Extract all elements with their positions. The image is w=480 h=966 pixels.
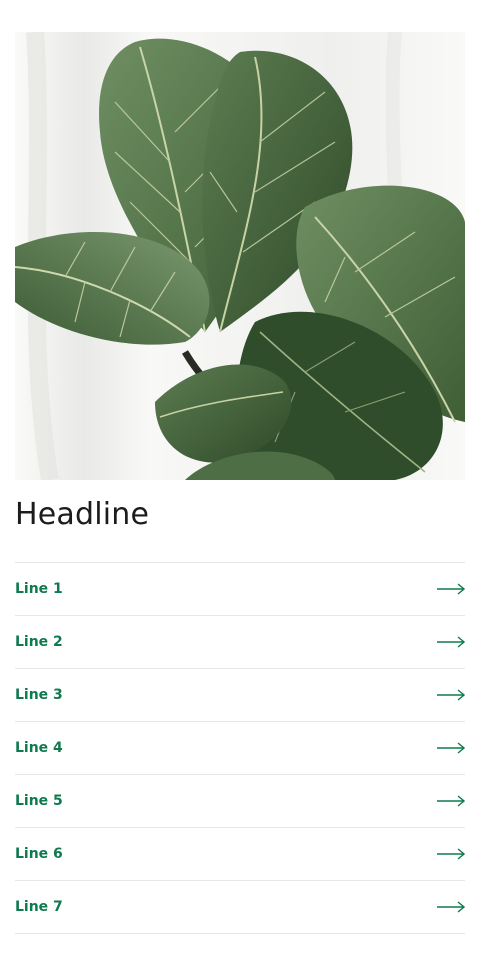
list-item-line-7[interactable]: Line 7 — [15, 881, 465, 934]
list-item-line-4[interactable]: Line 4 — [15, 722, 465, 775]
plant-illustration — [15, 32, 465, 480]
list-item-line-5[interactable]: Line 5 — [15, 775, 465, 828]
list-item-label: Line 4 — [15, 740, 63, 756]
list-item-label: Line 3 — [15, 687, 63, 703]
hero-image — [15, 32, 465, 480]
arrow-right-icon — [437, 742, 465, 754]
arrow-right-icon — [437, 795, 465, 807]
arrow-right-icon — [437, 901, 465, 913]
arrow-right-icon — [437, 636, 465, 648]
list-item-label: Line 6 — [15, 846, 63, 862]
list-item-line-1[interactable]: Line 1 — [15, 563, 465, 616]
list-item-label: Line 2 — [15, 634, 63, 650]
headline: Headline — [15, 497, 150, 532]
link-list: Line 1 Line 2 Line 3 Line 4 Line 5 Line … — [15, 562, 465, 934]
list-item-line-6[interactable]: Line 6 — [15, 828, 465, 881]
list-item-label: Line 1 — [15, 581, 63, 597]
list-item-line-3[interactable]: Line 3 — [15, 669, 465, 722]
content-card: Headline Line 1 Line 2 Line 3 Line 4 Lin… — [15, 0, 465, 934]
arrow-right-icon — [437, 583, 465, 595]
arrow-right-icon — [437, 689, 465, 701]
list-item-label: Line 7 — [15, 899, 63, 915]
list-item-label: Line 5 — [15, 793, 63, 809]
arrow-right-icon — [437, 848, 465, 860]
list-item-line-2[interactable]: Line 2 — [15, 616, 465, 669]
